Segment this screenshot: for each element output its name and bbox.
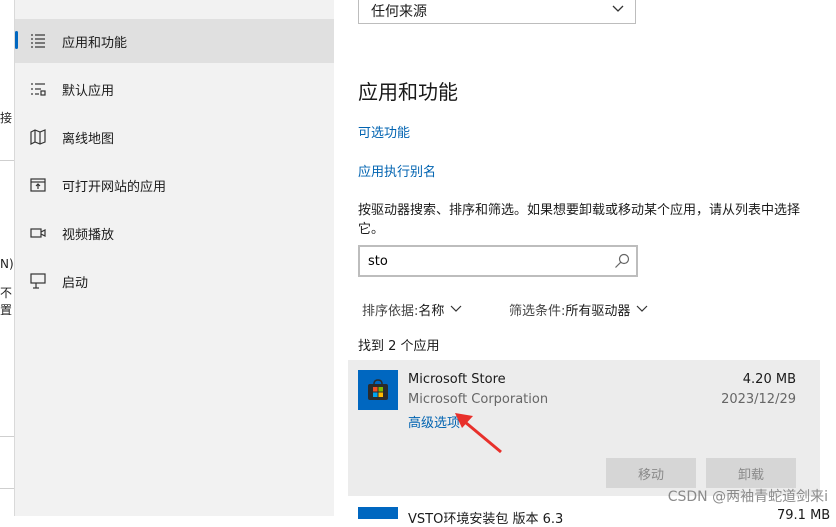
- app-icon: [358, 507, 398, 519]
- sidebar-item-startup[interactable]: 启动: [15, 259, 334, 303]
- app-install-date: 2023/12/29: [721, 392, 796, 407]
- sort-dropdown[interactable]: 排序依据: 名称: [362, 300, 462, 319]
- app-publisher: Microsoft Corporation: [408, 392, 549, 407]
- search-description: 按驱动器搜索、排序和筛选。如果想要卸载或移动某个应用，请从列表中选择它。: [358, 203, 801, 237]
- microsoft-store-icon: [358, 370, 398, 410]
- sidebar-item-label: 视频播放: [62, 227, 115, 243]
- app-name[interactable]: VSTO环境安装包 版本 6.3: [408, 508, 563, 527]
- page-title: 应用和功能: [358, 80, 458, 104]
- edge-fragment: 接: [0, 111, 13, 125]
- sidebar: 应用和功能 默认应用 离线地图 可打开网站的应用 视频播放 启动: [15, 0, 334, 516]
- app-name: Microsoft Store: [408, 372, 506, 387]
- filter-label: 筛选条件:: [509, 304, 566, 319]
- sidebar-item-label: 应用和功能: [62, 35, 128, 51]
- sidebar-item-apps-features[interactable]: 应用和功能: [15, 19, 334, 63]
- startup-icon: [29, 272, 47, 290]
- search-icon[interactable]: [614, 253, 630, 273]
- sidebar-item-video-playback[interactable]: 视频播放: [15, 211, 334, 255]
- sort-label: 排序依据:: [362, 304, 419, 319]
- apps-list-icon: [29, 32, 47, 50]
- move-button[interactable]: 移动: [606, 458, 696, 488]
- watermark: CSDN @两袖青蛇道剑来i: [667, 489, 828, 505]
- open-website-icon: [29, 176, 47, 194]
- sidebar-item-offline-maps[interactable]: 离线地图: [15, 115, 334, 159]
- chevron-down-icon: [611, 1, 625, 19]
- chevron-down-icon: [450, 302, 462, 318]
- edge-fragment: N): [0, 257, 14, 271]
- app-source-select[interactable]: 任何来源: [358, 0, 636, 24]
- main-content: 任何来源 应用和功能 可选功能 应用执行别名 按驱动器搜索、排序和筛选。如果想要…: [334, 0, 836, 527]
- annotation-arrow-icon: [455, 413, 502, 454]
- uninstall-button[interactable]: 卸载: [706, 458, 796, 488]
- sidebar-item-label: 启动: [62, 275, 89, 291]
- background-window-edge: 接 N) 不 置: [0, 0, 15, 516]
- app-aliases-link[interactable]: 应用执行别名: [358, 161, 436, 180]
- filter-value: 所有驱动器: [565, 304, 631, 319]
- sidebar-item-default-apps[interactable]: 默认应用: [15, 67, 334, 111]
- sidebar-item-label: 默认应用: [62, 83, 115, 99]
- results-count: 找到 2 个应用: [358, 339, 440, 354]
- app-size: 4.20 MB: [742, 372, 796, 387]
- edge-fragment: 不: [0, 286, 13, 300]
- sidebar-item-label: 离线地图: [62, 131, 115, 147]
- sidebar-item-apps-for-websites[interactable]: 可打开网站的应用: [15, 163, 334, 207]
- edge-fragment: 置: [0, 303, 13, 317]
- search-input[interactable]: [368, 252, 598, 270]
- app-search-box[interactable]: [358, 245, 638, 277]
- chevron-down-icon: [636, 302, 648, 318]
- optional-features-link[interactable]: 可选功能: [358, 122, 410, 141]
- map-icon: [29, 128, 47, 146]
- filter-dropdown[interactable]: 筛选条件: 所有驱动器: [509, 300, 648, 319]
- sort-value: 名称: [418, 304, 445, 319]
- app-list-item-selected[interactable]: Microsoft Store Microsoft Corporation 4.…: [348, 360, 820, 496]
- video-icon: [29, 224, 47, 242]
- sidebar-item-label: 可打开网站的应用: [62, 179, 167, 195]
- default-apps-icon: [29, 80, 47, 98]
- app-source-value: 任何来源: [371, 4, 427, 20]
